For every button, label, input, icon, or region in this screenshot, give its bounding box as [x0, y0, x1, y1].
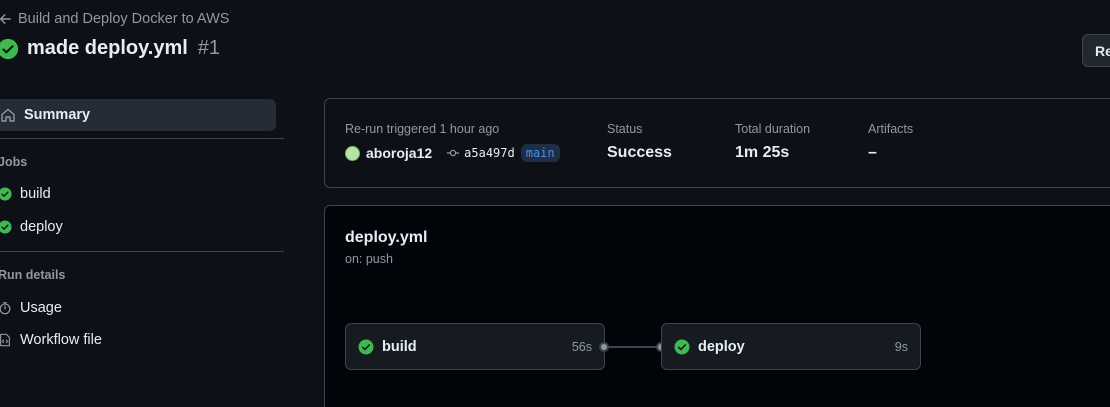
run-title: made deploy.yml: [27, 37, 188, 59]
run-details-heading: Run details: [0, 268, 66, 282]
rerun-button[interactable]: Re: [1082, 34, 1110, 67]
actor-link[interactable]: aboroja12: [366, 145, 432, 161]
workflow-trigger: on: push: [345, 252, 393, 266]
job-name: build: [382, 338, 417, 355]
sidebar-item-workflow-file[interactable]: Workflow file: [0, 332, 102, 348]
sidebar-item-label: build: [20, 186, 51, 202]
success-check-icon: [0, 187, 12, 201]
artifacts-value: –: [868, 144, 877, 161]
success-check-icon: [674, 339, 690, 354]
commit-link[interactable]: a5a497d: [446, 146, 515, 160]
branch-badge[interactable]: main: [520, 144, 560, 162]
sidebar-divider: [0, 138, 284, 139]
run-summary-card: Re-run triggered 1 hour ago aboroja12 a5…: [324, 98, 1110, 188]
file-code-icon: [0, 333, 10, 347]
trigger-column: Re-run triggered 1 hour ago aboroja12 a5…: [345, 122, 560, 162]
page-title: made deploy.yml #1: [0, 37, 220, 60]
sidebar-item-summary[interactable]: Summary: [0, 99, 276, 131]
sidebar-item-deploy[interactable]: deploy: [0, 219, 63, 235]
status-label: Status: [607, 122, 643, 136]
workflow-run-page: Build and Deploy Docker to AWS made depl…: [0, 0, 1110, 407]
success-check-icon: [358, 339, 374, 354]
job-node-build[interactable]: build 56s: [345, 323, 605, 370]
arrow-left-icon: [0, 14, 11, 24]
sidebar-item-label: Summary: [24, 107, 91, 123]
sidebar-item-usage[interactable]: Usage: [0, 300, 62, 316]
commit-sha: a5a497d: [464, 146, 515, 160]
status-value: Success: [607, 144, 672, 161]
sidebar-divider: [0, 251, 284, 252]
job-node-deploy[interactable]: deploy 9s: [661, 323, 921, 370]
sidebar-item-label: Usage: [20, 300, 62, 316]
job-duration: 9s: [894, 339, 908, 354]
artifacts-label: Artifacts: [868, 122, 914, 136]
status-column: Status Success: [607, 122, 672, 162]
connector-node: [599, 342, 609, 352]
sidebar-item-build[interactable]: build: [0, 186, 51, 202]
success-check-icon: [0, 220, 12, 234]
duration-label: Total duration: [735, 122, 811, 136]
stopwatch-icon: [0, 302, 11, 315]
git-commit-icon: [447, 149, 460, 157]
workflow-name-link[interactable]: Build and Deploy Docker to AWS: [18, 11, 229, 27]
trigger-label: Re-run triggered 1 hour ago: [345, 122, 500, 136]
run-number: #1: [197, 37, 221, 59]
jobs-heading: Jobs: [0, 155, 28, 169]
job-connector: [605, 346, 661, 348]
workflow-graph-card: deploy.yml on: push build 56s deploy 9s: [324, 205, 1110, 407]
home-icon: [1, 108, 15, 122]
sidebar-item-label: deploy: [20, 219, 63, 235]
back-link[interactable]: Build and Deploy Docker to AWS: [0, 11, 229, 27]
avatar[interactable]: [345, 145, 360, 161]
duration-value: 1m 25s: [735, 144, 790, 161]
workflow-file-name: deploy.yml: [345, 229, 428, 246]
sidebar-item-label: Workflow file: [20, 332, 102, 348]
job-name: deploy: [698, 338, 745, 355]
artifacts-column: Artifacts –: [868, 122, 913, 162]
success-check-icon: [0, 38, 19, 59]
duration-column: Total duration 1m 25s: [735, 122, 810, 162]
job-duration: 56s: [571, 339, 592, 354]
